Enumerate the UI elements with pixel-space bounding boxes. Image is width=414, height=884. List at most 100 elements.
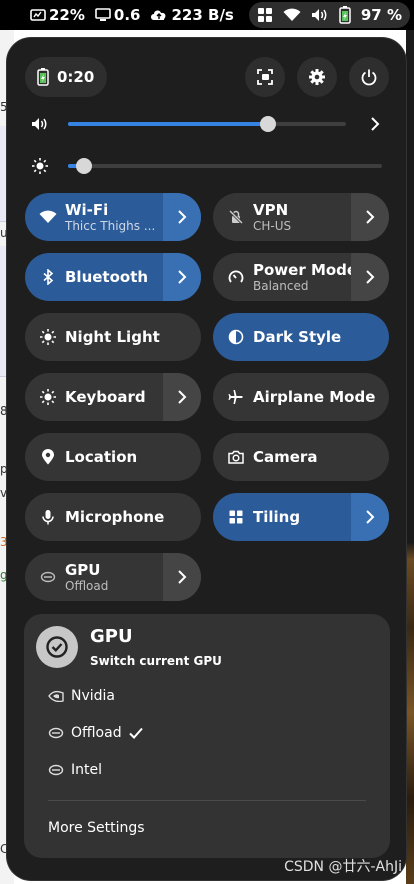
- toggle-wifi[interactable]: Wi-Fi Thicc Thighs ...: [25, 193, 201, 241]
- toggle-title: VPN: [253, 201, 289, 219]
- volume-icon: [32, 118, 47, 130]
- toggle-tiling[interactable]: Tiling: [213, 493, 389, 541]
- network-speed-indicator[interactable]: 223 B/s: [150, 6, 234, 24]
- toggle-dark-style-button[interactable]: Dark Style: [213, 313, 389, 361]
- gpu-option-nvidia[interactable]: Nvidia: [48, 688, 115, 704]
- toggle-title: Location: [65, 448, 138, 466]
- brightness-slider-handle[interactable]: [75, 158, 92, 174]
- toggle-airplane[interactable]: Airplane Mode: [213, 373, 389, 421]
- network-speed-text: 223 B/s: [171, 6, 234, 24]
- brightness-slider[interactable]: [68, 158, 382, 174]
- more-settings-button[interactable]: More Settings: [48, 820, 145, 836]
- chevron-right-icon: [365, 509, 375, 525]
- toggle-tiling-menu-arrow[interactable]: [351, 493, 389, 541]
- quick-settings-panel: 0:20 Wi-Fi Thicc Thighs ... VPN CH-US Blueto…: [7, 38, 406, 880]
- toggle-power-mode[interactable]: Power Mode Balanced: [213, 253, 389, 301]
- system-tray-button[interactable]: 97 %: [248, 2, 410, 28]
- gpu-option-label: Nvidia: [71, 688, 116, 704]
- toggle-vpn-menu-arrow[interactable]: [351, 193, 389, 241]
- toggle-camera[interactable]: Camera: [213, 433, 389, 481]
- toggle-location-button[interactable]: Location: [25, 433, 201, 481]
- chevron-right-icon: [177, 569, 187, 585]
- toggle-vpn[interactable]: VPN CH-US: [213, 193, 389, 241]
- chevron-right-icon: [177, 389, 187, 405]
- toggle-location[interactable]: Location: [25, 433, 201, 481]
- toggle-title: Power Mode: [253, 261, 358, 279]
- screenshot-button[interactable]: [245, 57, 285, 97]
- workspaces-icon: [257, 8, 272, 22]
- toggle-title: Keyboard: [65, 388, 146, 406]
- toggle-vpn-button[interactable]: VPN CH-US: [213, 193, 351, 241]
- toggle-night-light-button[interactable]: Night Light: [25, 313, 201, 361]
- battery-charging-icon: [37, 68, 49, 86]
- gpu-option-offload[interactable]: Offload: [48, 725, 143, 741]
- power-mode-icon: [227, 268, 245, 286]
- gpu-submenu-subtitle: Switch current GPU: [90, 654, 222, 668]
- toggle-microphone[interactable]: Microphone: [25, 493, 201, 541]
- gear-icon: [309, 69, 325, 85]
- toggle-night-light[interactable]: Night Light: [25, 313, 201, 361]
- cpu-icon: [30, 9, 46, 21]
- volume-icon: [311, 9, 327, 21]
- power-button[interactable]: [349, 57, 389, 97]
- load-indicator[interactable]: 0.6: [95, 6, 141, 24]
- toggle-title: Microphone: [65, 508, 165, 526]
- power-icon: [361, 69, 377, 86]
- toggle-camera-button[interactable]: Camera: [213, 433, 389, 481]
- settings-button[interactable]: [297, 57, 337, 97]
- toggle-bluetooth-button[interactable]: Bluetooth: [25, 253, 163, 301]
- cpu-usage-text: 22%: [49, 6, 85, 24]
- toggle-title: Wi-Fi: [65, 201, 109, 219]
- microphone-icon: [39, 508, 57, 526]
- toggle-subtitle: Offload: [65, 579, 109, 593]
- toggle-gpu-button[interactable]: GPU Offload: [25, 553, 163, 601]
- battery-percent-text: 97 %: [360, 6, 402, 24]
- toggle-power-mode-menu-arrow[interactable]: [351, 253, 389, 301]
- toggle-dark-style[interactable]: Dark Style: [213, 313, 389, 361]
- chevron-right-icon: [365, 209, 375, 225]
- night-light-icon: [39, 328, 57, 346]
- wifi-icon: [39, 208, 57, 226]
- toggle-subtitle: Balanced: [253, 279, 309, 293]
- toggle-bluetooth-menu-arrow[interactable]: [163, 253, 201, 301]
- monitor-icon: [95, 8, 111, 21]
- gpu-option-label: Offload: [71, 725, 122, 741]
- cpu-indicator[interactable]: 22%: [30, 6, 85, 24]
- volume-slider[interactable]: [68, 116, 346, 132]
- toggle-tiling-button[interactable]: Tiling: [213, 493, 351, 541]
- gpu-option-intel[interactable]: Intel: [48, 762, 102, 778]
- gpu-chip-icon: [48, 764, 64, 776]
- bluetooth-icon: [39, 268, 57, 286]
- toggle-gpu[interactable]: GPU Offload: [25, 553, 201, 601]
- battery-charging-icon: [339, 6, 351, 24]
- volume-slider-fill: [68, 122, 269, 126]
- cloud-icon: [151, 10, 166, 20]
- nvidia-icon: [48, 690, 64, 702]
- load-text: 0.6: [113, 6, 141, 24]
- toggle-airplane-button[interactable]: Airplane Mode: [213, 373, 389, 421]
- toggle-microphone-button[interactable]: Microphone: [25, 493, 201, 541]
- toggle-power-mode-button[interactable]: Power Mode Balanced: [213, 253, 358, 301]
- toggle-title: Bluetooth: [65, 268, 149, 286]
- brightness-row: [25, 152, 395, 180]
- gpu-submenu: GPU Switch current GPU Nvidia Offload In…: [24, 614, 390, 858]
- toggle-wifi-button[interactable]: Wi-Fi Thicc Thighs ...: [25, 193, 163, 241]
- toggle-wifi-menu-arrow[interactable]: [163, 193, 201, 241]
- battery-button[interactable]: 0:20: [25, 57, 107, 97]
- toggle-keyboard-button[interactable]: Keyboard: [25, 373, 163, 421]
- gpu-icon: [39, 568, 57, 586]
- location-icon: [39, 448, 57, 466]
- dark-style-icon: [227, 328, 245, 346]
- gpu-chip-icon: [48, 727, 64, 739]
- toggle-gpu-menu-arrow[interactable]: [163, 553, 201, 601]
- toggle-bluetooth[interactable]: Bluetooth: [25, 253, 201, 301]
- screenshot-icon: [257, 69, 273, 85]
- chevron-right-icon: [177, 269, 187, 285]
- chevron-right-icon: [365, 269, 375, 285]
- toggle-keyboard-menu-arrow[interactable]: [163, 373, 201, 421]
- top-bar: 22% 0.6 223 B/s 97 %: [0, 0, 414, 30]
- toggle-keyboard[interactable]: Keyboard: [25, 373, 201, 421]
- chevron-right-icon[interactable]: [370, 117, 380, 131]
- wifi-icon: [283, 8, 301, 21]
- volume-slider-handle[interactable]: [260, 116, 277, 132]
